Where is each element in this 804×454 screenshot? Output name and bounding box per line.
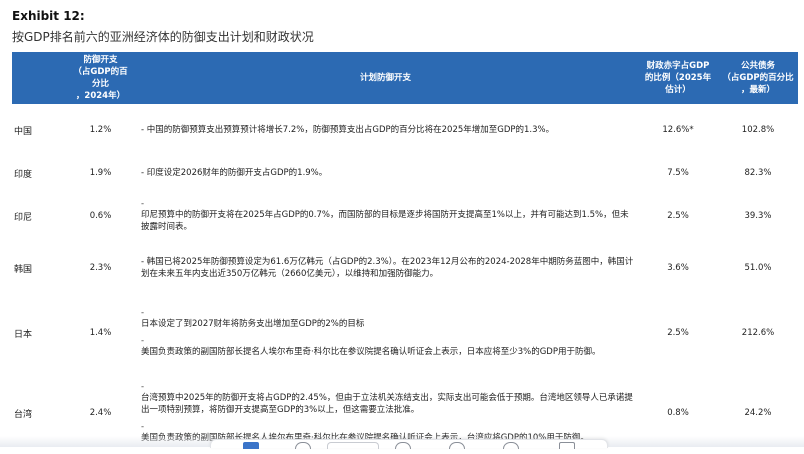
fiscal-deficit-cell: 2.5% [667, 328, 689, 338]
country-cell: 印度 [14, 169, 33, 180]
rotate-icon[interactable] [503, 442, 519, 449]
planned-defense-cell: - 日本设定了到2027财年将防务支出增加至GDP的2%的目标 - 美国负责政策的副国… [133, 294, 638, 372]
table-row: 中国 1.2% - 中国的防御预算支出预算预计将增长7.2%，防御预算支出占GDP的… [12, 104, 798, 156]
table-row: 印度 1.9% - 印度设定2026财年的防御开支占GDP的1.9%。 7.5% 82.… [12, 156, 798, 190]
public-debt-cell: 51.0% [744, 263, 772, 273]
country-cell: 日本 [14, 329, 33, 340]
plan-bullet: - [141, 382, 145, 392]
defense-spending-table: 防御开支 （占GDP的百分比 ，2024年） 计划防御开支 财政赤字占GDP 的比例（… [12, 52, 798, 454]
defense-spending-cell: 1.9% [89, 168, 112, 178]
public-debt-cell: 39.3% [744, 211, 772, 221]
defense-spending-cell: 0.6% [89, 211, 112, 221]
planned-defense-cell: - 中国的防御预算支出预算预计将增长7.2%，防御预算支出占GDP的百分比将在2… [133, 104, 638, 156]
table-title: 按GDP排名前六的亚洲经济体的防御支出计划和财政状况 [12, 30, 314, 44]
fiscal-deficit-cell: 12.6%* [662, 125, 694, 135]
plan-text: 印尼预算中的防御开支将在2025年占GDP的0.7%，而国防部的目标是逐步将国防… [141, 210, 629, 232]
country-cell: 韩国 [14, 264, 33, 275]
plan-bullet: - [141, 422, 145, 432]
zoom-out-icon[interactable] [295, 442, 311, 449]
planned-defense-cell: - 印尼预算中的防御开支将在2025年占GDP的0.7%，而国防部的目标是逐步将国… [133, 190, 638, 242]
planned-defense-cell: - 韩国已将2025年防御预算设定为61.6万亿韩元（占GDP的2.3%）。在2… [133, 242, 638, 294]
exhibit-label: Exhibit 12: [12, 9, 85, 23]
plan-text: - 印度设定2026财年的防御开支占GDP的1.9%。 [141, 168, 328, 178]
fiscal-deficit-cell: 7.5% [667, 168, 689, 178]
fit-icon[interactable] [449, 442, 465, 449]
public-debt-cell: 82.3% [744, 168, 772, 178]
table-header-row: 防御开支 （占GDP的百分比 ，2024年） 计划防御开支 财政赤字占GDP 的比例（… [12, 52, 798, 104]
header-country [12, 52, 68, 104]
zoom-in-icon[interactable] [395, 442, 411, 449]
plan-bullet: - [141, 308, 145, 318]
country-cell: 印尼 [14, 212, 33, 223]
public-debt-cell: 212.6% [741, 328, 775, 338]
plan-text: 台湾预算中2025年的防御开支将占GDP的2.45%，但由于立法机关冻结支出，实… [141, 393, 633, 415]
table-row: 日本 1.4% - 日本设定了到2027财年将防务支出增加至GDP的2%的目标 - 美国负… [12, 294, 798, 372]
header-defense-spending: 防御开支 （占GDP的百分比 ，2024年） [68, 52, 133, 104]
fiscal-deficit-cell: 2.5% [667, 211, 689, 221]
country-cell: 中国 [14, 126, 33, 137]
table-row: 印尼 0.6% - 印尼预算中的防御开支将在2025年占GDP的0.7%，而国防部的目… [12, 190, 798, 242]
table-row: 韩国 2.3% - 韩国已将2025年防御预算设定为61.6万亿韩元（占GDP的2.… [12, 242, 798, 294]
defense-spending-cell: 1.2% [89, 125, 112, 135]
plan-bullet: - [141, 199, 145, 209]
download-icon[interactable] [559, 442, 575, 449]
plan-text: - 中国的防御预算支出预算预计将增长7.2%，防御预算支出占GDP的百分比将在2… [141, 125, 555, 135]
defense-spending-cell: 2.3% [89, 263, 112, 273]
planned-defense-cell: - 印度设定2026财年的防御开支占GDP的1.9%。 [133, 156, 638, 190]
fiscal-deficit-cell: 3.6% [667, 263, 689, 273]
plan-bullet: - [141, 336, 145, 346]
header-planned-defense: 计划防御开支 [133, 52, 638, 104]
page-number-box[interactable] [327, 442, 379, 449]
defense-spending-cell: 1.4% [89, 328, 112, 338]
plan-text: - 韩国已将2025年防御预算设定为61.6万亿韩元（占GDP的2.3%）。在2… [141, 257, 634, 279]
page-icon[interactable] [243, 442, 259, 449]
header-public-debt: 公共债务 （占GDP的百分比 ，最新） [718, 52, 798, 104]
plan-text: 美国负责政策的副国防部长提名人埃尔布里奇·科尔比在参议院提名确认听证会上表示，日… [141, 347, 601, 357]
header-fiscal-deficit: 财政赤字占GDP 的比例（2025年 估计） [638, 52, 718, 104]
public-debt-cell: 102.8% [741, 125, 775, 135]
plan-text: 日本设定了到2027财年将防务支出增加至GDP的2%的目标 [141, 319, 365, 329]
